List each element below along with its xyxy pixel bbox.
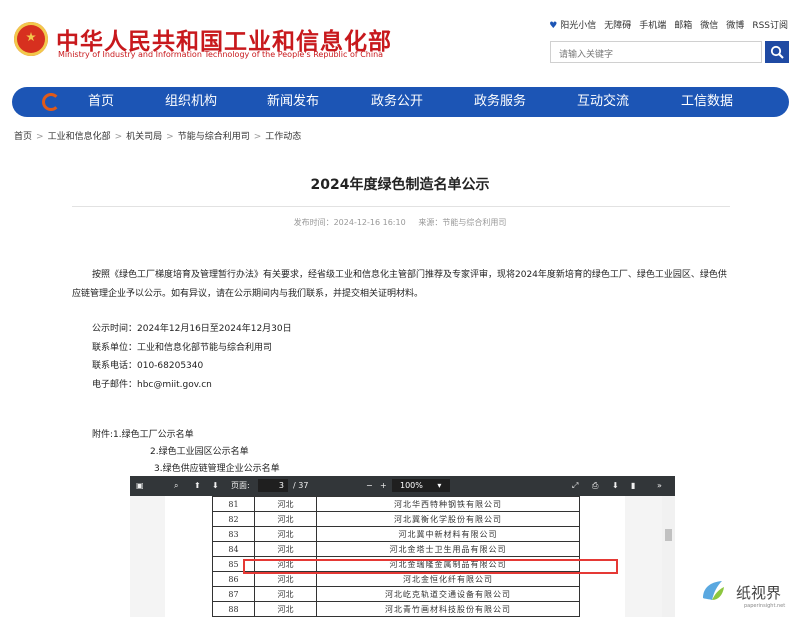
- pdf-page: 81 河北 河北华西特种钢铁有限公司 82 河北 河北冀衡化学股份有限公司 83…: [165, 496, 625, 617]
- breadcrumb-ministry[interactable]: 工业和信息化部: [48, 132, 111, 142]
- zoom-select[interactable]: 100% ▾: [392, 479, 450, 492]
- nav-news[interactable]: 新闻发布: [267, 87, 319, 117]
- mobile-link[interactable]: 手机端: [639, 18, 666, 31]
- page-title: 2024年度绿色制造名单公示: [310, 177, 490, 193]
- notice-period: 公示时间：2024年12月16日至2024年12月30日: [92, 324, 292, 334]
- sunshine-link[interactable]: ♥ 阳光小信: [549, 18, 596, 31]
- table-row: 88 河北 河北青竹画材科技股份有限公司: [212, 601, 580, 617]
- nav-interaction[interactable]: 互动交流: [577, 87, 629, 117]
- nav-home[interactable]: 首页: [88, 87, 114, 117]
- weibo-link[interactable]: 微博: [726, 18, 744, 31]
- top-links: ♥ 阳光小信 无障碍 手机端 邮箱 微信 微博 RSS订阅: [549, 18, 788, 31]
- attachment-3-link[interactable]: 3.绿色供应链管理企业公示名单: [154, 461, 280, 474]
- attachment-1-link[interactable]: 附件:1.绿色工厂公示名单: [92, 427, 194, 440]
- page-label: 页面:: [231, 481, 250, 490]
- zoom-in-icon[interactable]: +: [380, 479, 387, 493]
- article-paragraph: 按照《绿色工厂梯度培育及管理暂行办法》有关要求，经省级工业和信息化主管部门推荐及…: [72, 270, 727, 299]
- national-emblem-icon[interactable]: [14, 22, 48, 56]
- fullscreen-icon[interactable]: ⤢: [572, 479, 578, 493]
- highlight-box: [243, 559, 618, 574]
- table-row: 82 河北 河北冀衡化学股份有限公司: [212, 511, 580, 527]
- main-nav: 首页 组织机构 新闻发布 政务公开 政务服务 互动交流 工信数据: [12, 87, 789, 117]
- pdf-viewer: ▣ ⌕ ⬆ ⬇ 页面: 3 / 37 − + 100% ▾ ⤢ ⎙ ⬇ ▮ » …: [130, 476, 675, 617]
- nav-services[interactable]: 政务服务: [474, 87, 526, 117]
- table-row-highlighted: 84 河北 河北金塔士卫生用品有限公司: [212, 541, 580, 557]
- bookmark-icon[interactable]: ▮: [631, 479, 635, 493]
- chevron-right-icon: >: [253, 132, 262, 142]
- accessibility-link[interactable]: 无障碍: [604, 18, 631, 31]
- publish-time: 2024-12-16 16:10: [333, 218, 406, 227]
- green-factory-table: 81 河北 河北华西特种钢铁有限公司 82 河北 河北冀衡化学股份有限公司 83…: [212, 496, 580, 617]
- breadcrumb-departments[interactable]: 机关司局: [126, 132, 162, 142]
- next-page-icon[interactable]: ⬇: [212, 479, 219, 493]
- breadcrumb: 首页 > 工业和信息化部 > 机关司局 > 节能与综合利用司 > 工作动态: [14, 129, 301, 142]
- nav-government-affairs[interactable]: 政务公开: [371, 87, 423, 117]
- page-number-input[interactable]: 3: [258, 479, 288, 492]
- total-pages: / 37: [293, 481, 309, 490]
- pdf-toolbar: ▣ ⌕ ⬆ ⬇ 页面: 3 / 37 − + 100% ▾ ⤢ ⎙ ⬇ ▮ »: [130, 476, 675, 496]
- chevron-right-icon: >: [114, 132, 123, 142]
- chevron-right-icon: >: [36, 132, 44, 142]
- attachment-2-link[interactable]: 2.绿色工业园区公示名单: [150, 444, 249, 457]
- search-input[interactable]: 请输入关键字: [550, 41, 762, 63]
- nav-organization[interactable]: 组织机构: [165, 87, 217, 117]
- table-row: 87 河北 河北屹克轨道交通设备有限公司: [212, 586, 580, 602]
- chevron-right-icon: >: [166, 132, 174, 142]
- previous-page-icon[interactable]: ⬆: [194, 479, 201, 493]
- more-tools-icon[interactable]: »: [657, 479, 662, 493]
- nav-data[interactable]: 工信数据: [681, 87, 733, 117]
- table-row: 83 河北 河北冀中新材料有限公司: [212, 526, 580, 542]
- zoom-out-icon[interactable]: −: [366, 479, 373, 493]
- sidebar-toggle-icon[interactable]: ▣: [136, 479, 144, 493]
- download-icon[interactable]: ⬇: [612, 479, 619, 493]
- breadcrumb-home[interactable]: 首页: [14, 132, 32, 142]
- watermark-text: 纸视界: [736, 584, 782, 602]
- search-icon: [770, 45, 784, 59]
- article-meta: 发布时间：2024-12-16 16:10 来源：节能与综合利用司: [293, 218, 507, 227]
- watermark-url: paperinsight.net: [744, 603, 786, 609]
- print-icon[interactable]: ⎙: [592, 479, 598, 493]
- pdf-scrollbar[interactable]: [662, 496, 675, 617]
- article-source: 节能与综合利用司: [442, 218, 507, 227]
- contact-unit: 联系单位：工业和信息化部节能与综合利用司: [92, 343, 273, 353]
- breadcrumb-department[interactable]: 节能与综合利用司: [178, 132, 250, 142]
- miit-logo-icon[interactable]: [42, 93, 60, 111]
- scrollbar-thumb[interactable]: [665, 529, 672, 541]
- contact-phone: 联系电话：010-68205340: [92, 361, 204, 371]
- search-button[interactable]: [765, 41, 789, 63]
- find-icon[interactable]: ⌕: [174, 479, 178, 493]
- chevron-down-icon: ▾: [437, 481, 442, 490]
- title-divider: [72, 206, 730, 207]
- rss-link[interactable]: RSS订阅: [752, 18, 788, 31]
- site-header: 中华人民共和国工业和信息化部 Ministry of Industry and …: [0, 0, 800, 82]
- breadcrumb-work-updates[interactable]: 工作动态: [265, 132, 301, 142]
- contact-email: 电子邮件：hbc@miit.gov.cn: [92, 380, 212, 390]
- table-row: 81 河北 河北华西特种钢铁有限公司: [212, 496, 580, 512]
- zoom-value: 100%: [400, 481, 423, 490]
- wechat-link[interactable]: 微信: [700, 18, 718, 31]
- watermark-logo-icon: [703, 581, 724, 600]
- sunshine-icon: ♥: [549, 21, 558, 31]
- mail-link[interactable]: 邮箱: [674, 18, 692, 31]
- site-title-english: Ministry of Industry and Information Tec…: [58, 50, 384, 59]
